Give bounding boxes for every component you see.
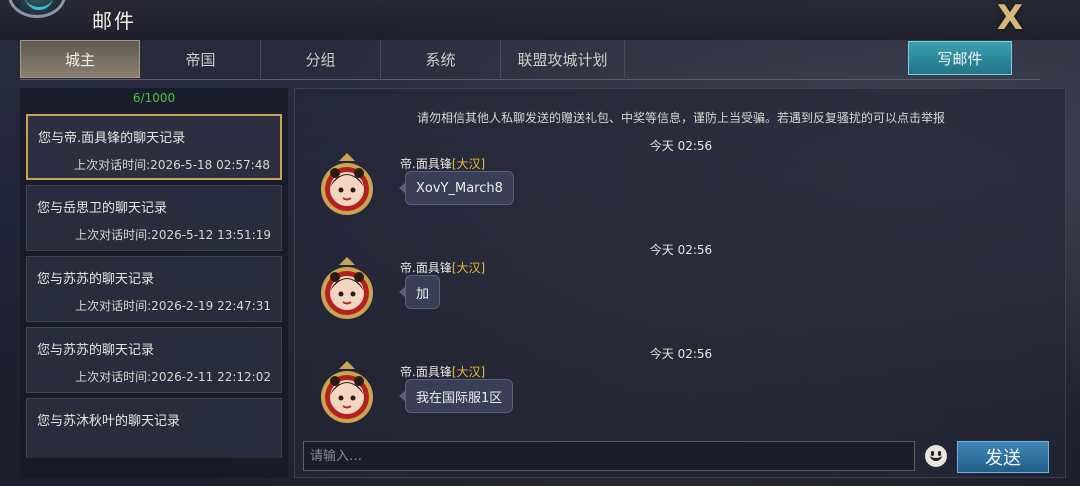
list-item[interactable]: 您与帝.面具锋的聊天记录 上次对话时间:2026-5-18 02:57:48 <box>26 114 282 180</box>
emblem-icon <box>8 0 66 18</box>
tab-system[interactable]: 系统 <box>381 40 501 78</box>
close-button[interactable]: X <box>990 0 1030 38</box>
compose-mail-button[interactable]: 写邮件 <box>908 41 1012 75</box>
list-item[interactable]: 您与苏苏的聊天记录 上次对话时间:2026-2-11 22:12:02 <box>26 327 282 393</box>
sender-nation: [大汉] <box>451 365 486 379</box>
sender-name-text: 帝.面具锋 <box>400 157 452 171</box>
conversation-list[interactable]: 您与帝.面具锋的聊天记录 上次对话时间:2026-5-18 02:57:48 您… <box>26 114 282 458</box>
chat-input-row: 发送 <box>303 441 1063 473</box>
conversation-title: 您与苏苏的聊天记录 <box>37 343 155 358</box>
message-timestamp: 今天 02:56 <box>649 243 713 257</box>
chat-message: 今天 02:56 帝.面具锋[大汉] XovY_March8 <box>295 137 1067 237</box>
page-title: 邮件 <box>92 9 136 33</box>
conversation-count: 6/1000 <box>132 91 176 105</box>
window-header: 邮件 X <box>0 0 1080 40</box>
message-timestamp: 今天 02:56 <box>649 139 713 153</box>
safety-notice: 请勿相信其他人私聊发送的赠送礼包、中奖等信息，谨防上当受骗。若遇到反复骚扰的可以… <box>416 111 945 125</box>
tab-empire[interactable]: 帝国 <box>141 40 261 78</box>
tab-group[interactable]: 分组 <box>261 40 381 78</box>
conversation-last-time: 上次对话时间:2026-2-11 22:12:02 <box>75 370 271 384</box>
sender-nation: [大汉] <box>451 157 486 171</box>
avatar[interactable] <box>319 149 375 223</box>
conversation-last-time: 上次对话时间:2026-5-18 02:57:48 <box>74 158 270 172</box>
conversation-last-time: 上次对话时间:2026-5-12 13:51:19 <box>75 228 271 242</box>
message-timestamp: 今天 02:56 <box>649 347 713 361</box>
chat-panel: 请勿相信其他人私聊发送的赠送礼包、中奖等信息，谨防上当受骗。若遇到反复骚扰的可以… <box>294 88 1066 478</box>
sender-name-text: 帝.面具锋 <box>400 365 452 379</box>
chat-message: 今天 02:56 帝.面具锋[大汉] 加 <box>295 241 1067 341</box>
avatar[interactable] <box>319 253 375 327</box>
sender-name[interactable]: 帝.面具锋[大汉] <box>400 259 485 276</box>
tab-city-lord[interactable]: 城主 <box>20 40 140 78</box>
conversation-title: 您与苏沐秋叶的聊天记录 <box>37 414 181 429</box>
message-bubble: 加 <box>398 275 441 309</box>
conversation-title: 您与岳思卫的聊天记录 <box>37 201 168 216</box>
chat-input[interactable] <box>303 441 915 471</box>
tab-bar: 城主 帝国 分组 系统 联盟攻城计划 写邮件 <box>20 40 1040 80</box>
emoji-icon[interactable] <box>925 445 947 467</box>
list-item[interactable]: 您与岳思卫的聊天记录 上次对话时间:2026-5-12 13:51:19 <box>26 185 282 251</box>
tab-alliance-siege-plan[interactable]: 联盟攻城计划 <box>501 40 625 78</box>
sender-nation: [大汉] <box>451 261 486 275</box>
list-item[interactable]: 您与苏苏的聊天记录 上次对话时间:2026-2-19 22:47:31 <box>26 256 282 322</box>
chat-message: 今天 02:56 帝.面具锋[大汉] 我在国际服1区 <box>295 345 1067 445</box>
avatar[interactable] <box>319 357 375 431</box>
list-item[interactable]: 您与苏沐秋叶的聊天记录 <box>26 398 282 458</box>
conversation-title: 您与苏苏的聊天记录 <box>37 272 155 287</box>
sender-name[interactable]: 帝.面具锋[大汉] <box>400 155 485 172</box>
message-bubble: 我在国际服1区 <box>398 379 514 413</box>
sender-name-text: 帝.面具锋 <box>400 261 452 275</box>
emoji-mouth <box>930 454 942 461</box>
conversation-title: 您与帝.面具锋的聊天记录 <box>38 131 186 146</box>
send-button[interactable]: 发送 <box>957 441 1049 473</box>
conversation-last-time: 上次对话时间:2026-2-19 22:47:31 <box>75 299 271 313</box>
message-bubble: XovY_March8 <box>399 171 514 205</box>
sender-name[interactable]: 帝.面具锋[大汉] <box>400 363 485 380</box>
conversation-panel: 6/1000 您与帝.面具锋的聊天记录 上次对话时间:2026-5-18 02:… <box>20 88 288 478</box>
